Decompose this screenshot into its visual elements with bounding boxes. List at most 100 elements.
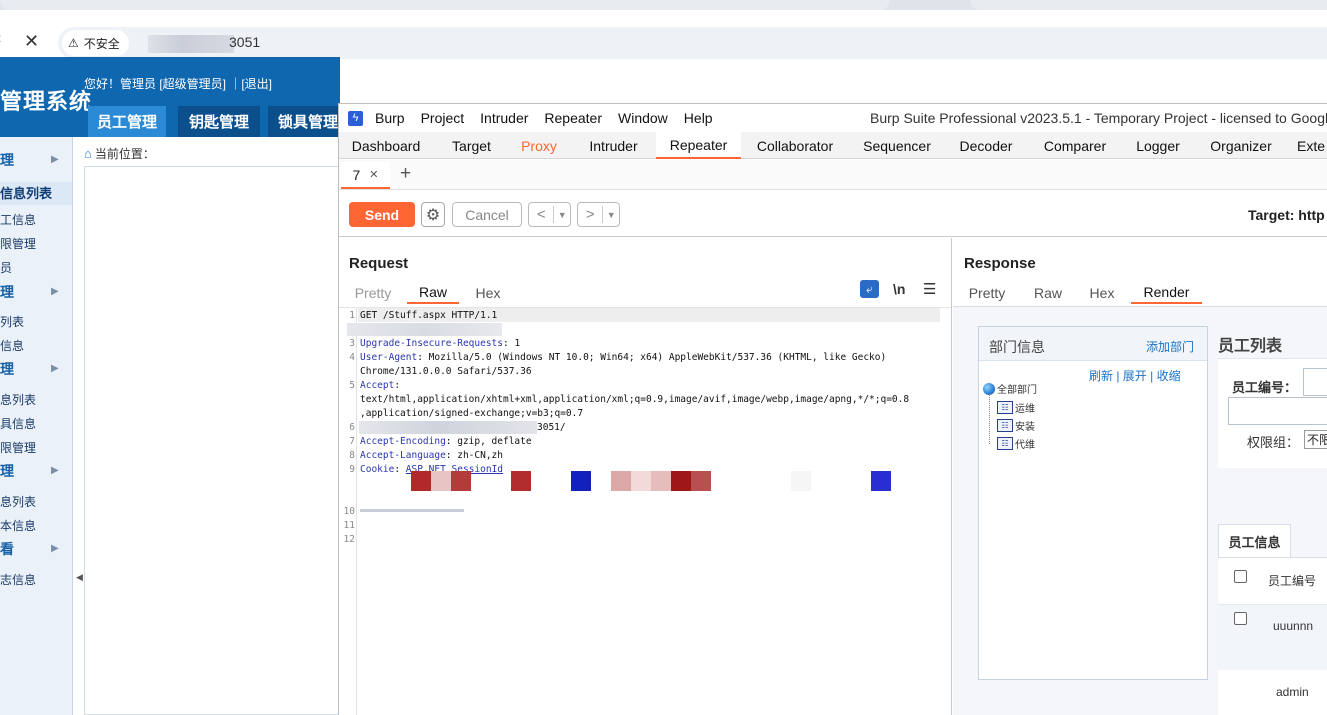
collapse-icon[interactable]: ◀ — [76, 572, 83, 583]
response-title: Response — [964, 255, 1036, 272]
chevron-right-icon[interactable]: > — [578, 206, 604, 223]
menu-burp[interactable]: Burp — [375, 110, 405, 126]
nav-tab-locks[interactable]: 锁具管理 — [268, 106, 340, 137]
line-number: 3 — [349, 338, 355, 349]
sidebar-group[interactable]: 看 ▶ — [0, 539, 72, 559]
tab-comparer[interactable]: Comparer — [1035, 132, 1115, 159]
browser-tab[interactable] — [0, 0, 890, 10]
menu-repeater[interactable]: Repeater — [544, 110, 602, 126]
chevron-left-icon[interactable]: < — [529, 206, 555, 223]
chevron-right-icon: ▶ — [51, 465, 59, 476]
tab-extensions[interactable]: Exte — [1291, 132, 1327, 159]
request-editor[interactable]: 1 2 3 4 5 6 7 8 9 10 11 12 GET /Stuff.as… — [339, 307, 951, 715]
view-tab-pretty[interactable]: Pretty — [349, 282, 397, 304]
sidebar-item[interactable]: 具信息 — [0, 415, 72, 432]
sidebar-item[interactable]: 限管理 — [0, 235, 72, 252]
warning-icon: ⚠ — [68, 36, 79, 50]
close-icon[interactable]: ✕ — [24, 31, 39, 52]
history-forward-button[interactable]: > ▼ — [577, 202, 620, 227]
header-key: Cookie — [360, 464, 395, 475]
tab-logger[interactable]: Logger — [1125, 132, 1191, 159]
repeater-tab-label: 7 — [352, 166, 361, 183]
redacted-host — [359, 421, 537, 434]
permission-group-select[interactable]: 不限 — [1304, 430, 1327, 449]
sidebar-item[interactable]: 员 — [0, 259, 72, 276]
tab-decoder[interactable]: Decoder — [951, 132, 1021, 159]
view-tab-hex[interactable]: Hex — [471, 282, 505, 304]
sidebar-item[interactable]: 列表 — [0, 313, 72, 330]
tree-node[interactable]: ☷ 运维 — [997, 400, 1035, 415]
target-label[interactable]: Target: http — [1248, 207, 1325, 223]
sidebar-group[interactable]: 理 ▶ — [0, 282, 72, 302]
view-tab-pretty[interactable]: Pretty — [964, 282, 1010, 304]
tab-collaborator[interactable]: Collaborator — [749, 132, 841, 159]
gear-icon[interactable]: ⚙ — [421, 202, 445, 227]
sidebar-item[interactable]: 息列表 — [0, 391, 72, 408]
view-tab-render[interactable]: Render — [1131, 282, 1202, 304]
newline-toggle[interactable]: \n — [893, 281, 905, 297]
tab-dashboard[interactable]: Dashboard — [343, 132, 429, 159]
sidebar-item[interactable]: 工信息 — [0, 211, 72, 228]
table-row[interactable]: uuunnn — [1218, 604, 1327, 670]
sidebar-item[interactable]: 信息 — [0, 337, 72, 354]
sidebar-group[interactable]: 理 ▶ — [0, 150, 72, 170]
tab-intruder[interactable]: Intruder — [577, 132, 650, 159]
line-number: 1 — [349, 310, 355, 321]
repeater-tab[interactable]: 7 ✕ — [341, 162, 390, 189]
add-tab-icon[interactable]: + — [400, 163, 411, 185]
dropdown-icon[interactable]: ▼ — [603, 210, 619, 220]
employee-no-input[interactable] — [1303, 368, 1327, 396]
browser-tab[interactable] — [970, 0, 1327, 10]
menu-icon[interactable]: ☰ — [923, 280, 936, 298]
search-input[interactable] — [1228, 397, 1327, 425]
menu-intruder[interactable]: Intruder — [480, 110, 528, 126]
redacted-line — [360, 509, 464, 512]
add-department-link[interactable]: 添加部门 — [1146, 338, 1194, 355]
user-greeting[interactable]: 您好！管理员 [超级管理员] ｜[退出] — [84, 75, 272, 92]
sidebar-item[interactable]: 限管理 — [0, 439, 72, 456]
view-tab-raw[interactable]: Raw — [407, 282, 459, 304]
close-icon[interactable]: ✕ — [369, 168, 378, 181]
tree-actions[interactable]: 刷新 | 展开 | 收缩 — [1089, 367, 1181, 384]
send-button[interactable]: Send — [349, 202, 415, 227]
table-icon: ☷ — [997, 401, 1013, 414]
browser-tabstrip — [0, 0, 1327, 10]
tab-organizer[interactable]: Organizer — [1201, 132, 1281, 159]
sidebar-group[interactable]: 理 ▶ — [0, 359, 72, 379]
security-indicator[interactable]: ⚠ 不安全 — [62, 30, 129, 56]
sidebar-item[interactable]: 息列表 — [0, 493, 72, 510]
view-tab-raw[interactable]: Raw — [1031, 282, 1065, 304]
menu-project[interactable]: Project — [421, 110, 465, 126]
sidebar-item[interactable]: 信息列表 — [0, 182, 72, 205]
menu-window[interactable]: Window — [618, 110, 668, 126]
home-icon[interactable]: ⌂ — [84, 146, 92, 161]
header-continuation: Chrome/131.0.0.0 Safari/537.36 — [360, 366, 532, 377]
nav-tab-keys[interactable]: 钥匙管理 — [178, 106, 260, 137]
sidebar-item[interactable]: 志信息 — [0, 571, 72, 588]
dropdown-icon[interactable]: ▼ — [554, 210, 570, 220]
sidebar-item[interactable]: 本信息 — [0, 517, 72, 534]
tree-root[interactable]: 全部部门 — [983, 381, 1037, 396]
menu-help[interactable]: Help — [684, 110, 713, 126]
row-checkbox[interactable] — [1234, 612, 1247, 625]
back-icon[interactable]: ‹ — [0, 30, 1, 48]
url-text[interactable]: 3051 — [229, 34, 260, 50]
tree-node[interactable]: ☷ 代维 — [997, 436, 1035, 451]
repeater-toolbar: Send ⚙ Cancel < ▼ > ▼ — [339, 190, 1327, 237]
tab-sequencer[interactable]: Sequencer — [855, 132, 939, 159]
cancel-button[interactable]: Cancel — [452, 202, 522, 227]
employee-info-tab[interactable]: 员工信息 — [1218, 524, 1291, 557]
history-back-button[interactable]: < ▼ — [528, 202, 571, 227]
view-tab-hex[interactable]: Hex — [1084, 282, 1120, 304]
tab-target[interactable]: Target — [439, 132, 504, 159]
nav-tab-employee[interactable]: 员工管理 — [88, 106, 166, 137]
wrap-lines-icon[interactable]: ⤶ — [860, 280, 879, 298]
tab-repeater[interactable]: Repeater — [656, 132, 741, 159]
line-number: 7 — [349, 436, 355, 447]
employee-search-form: 员工编号： 权限组： 不限 — [1218, 358, 1327, 468]
select-all-checkbox[interactable] — [1234, 570, 1247, 583]
sidebar-group[interactable]: 理 ▶ — [0, 461, 72, 481]
tab-proxy[interactable]: Proxy — [511, 132, 567, 159]
tree-node[interactable]: ☷ 安装 — [997, 418, 1035, 433]
department-panel: 部门信息 添加部门 刷新 | 展开 | 收缩 全部部门 ☷ 运维 ☷ 安装 ☷ … — [978, 326, 1208, 680]
